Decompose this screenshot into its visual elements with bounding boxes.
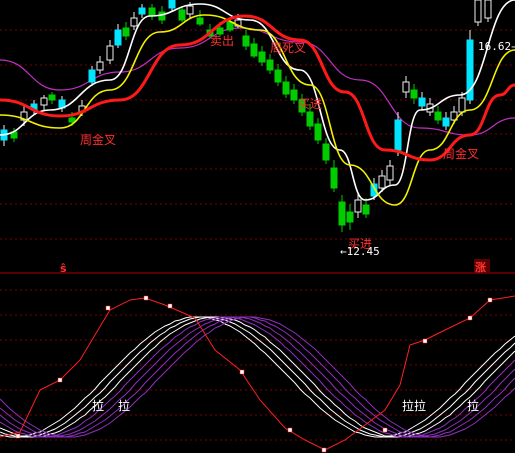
osc-label-la-3: 拉拉 [402, 398, 426, 413]
candle-body [96, 61, 104, 71]
candle-body [362, 204, 370, 215]
osc-point-marker [105, 305, 111, 311]
candle-body [474, 0, 482, 23]
candle-body [378, 175, 386, 189]
candle-body [40, 97, 48, 106]
candle-body [106, 45, 114, 61]
candle-body [68, 117, 76, 123]
candle-body [330, 167, 338, 189]
candle-body [410, 89, 418, 99]
candle-body [226, 21, 234, 31]
candle-body [274, 69, 282, 83]
osc-band-line [0, 316, 515, 438]
osc-point-marker [467, 315, 473, 321]
candle-body [88, 69, 96, 83]
candle-body [148, 7, 156, 17]
candle-body [282, 81, 290, 95]
oscillator-series [0, 295, 515, 453]
osc-point-marker [321, 447, 327, 453]
chart-grid [0, 29, 515, 441]
osc-point-marker [15, 433, 21, 439]
signal-zhou-si-cha: 周死叉 [270, 41, 306, 55]
candle-body [306, 111, 314, 127]
candle-body [442, 117, 450, 127]
candle-body [138, 7, 146, 15]
osc-band-line [0, 316, 515, 438]
candle-body [386, 165, 394, 181]
stock-chart: 周金叉 卖出 周死叉 买进 买进 周金叉 ←12.45 16.62→ ŝ 涨 拉… [0, 0, 515, 453]
signal-zhou-jin-cha-1: 周金叉 [80, 132, 116, 147]
osc-band-line [0, 316, 515, 438]
candle-body [258, 51, 266, 63]
osc-point-marker [143, 295, 149, 301]
osc-label-la-4: 拉 [467, 398, 479, 413]
signal-mai-chu: 卖出 [210, 34, 234, 48]
osc-point-marker [57, 377, 63, 383]
osc-band-line [0, 316, 515, 438]
candle-body [314, 123, 322, 141]
osc-point-marker [487, 297, 493, 303]
osc-label-la-2: 拉 [118, 398, 130, 413]
low-price-label: ←12.45 [340, 245, 380, 258]
osc-point-marker [382, 427, 388, 433]
osc-label-la-1: 拉 [92, 398, 104, 413]
candle-body [418, 97, 426, 107]
candle-body [178, 9, 186, 21]
signal-mai-jin-1: 买进 [298, 97, 322, 111]
osc-point-marker [239, 369, 245, 375]
candle-body [290, 89, 298, 101]
osc-band-line [0, 316, 515, 438]
candlestick-series [0, 0, 492, 232]
candle-body [338, 201, 346, 226]
divider-left-marker: ŝ [60, 262, 67, 275]
candle-body [458, 97, 466, 113]
osc-band-line [0, 316, 515, 438]
candle-body [114, 29, 122, 46]
osc-point-marker [287, 427, 293, 433]
candle-body [250, 43, 258, 57]
candle-body [434, 111, 442, 121]
candle-body [242, 35, 250, 47]
candle-body [122, 27, 130, 37]
candle-body [354, 199, 362, 213]
candle-body [394, 119, 402, 151]
candle-body [168, 0, 176, 9]
divider-right-marker: 涨 [475, 260, 486, 274]
osc-band-line [0, 316, 515, 438]
candle-body [402, 81, 410, 93]
osc-point-marker [167, 303, 173, 309]
osc-point-marker [422, 338, 428, 344]
candle-body [130, 17, 138, 27]
candle-body [484, 0, 492, 19]
candle-body [48, 94, 56, 101]
signal-zhou-jin-cha-2: 周金叉 [443, 146, 479, 161]
candle-body [186, 5, 194, 15]
high-price-label: 16.62→ [478, 40, 515, 53]
candle-body [196, 17, 204, 25]
candle-body [322, 143, 330, 161]
candle-body [346, 211, 354, 223]
candle-body [266, 59, 274, 71]
